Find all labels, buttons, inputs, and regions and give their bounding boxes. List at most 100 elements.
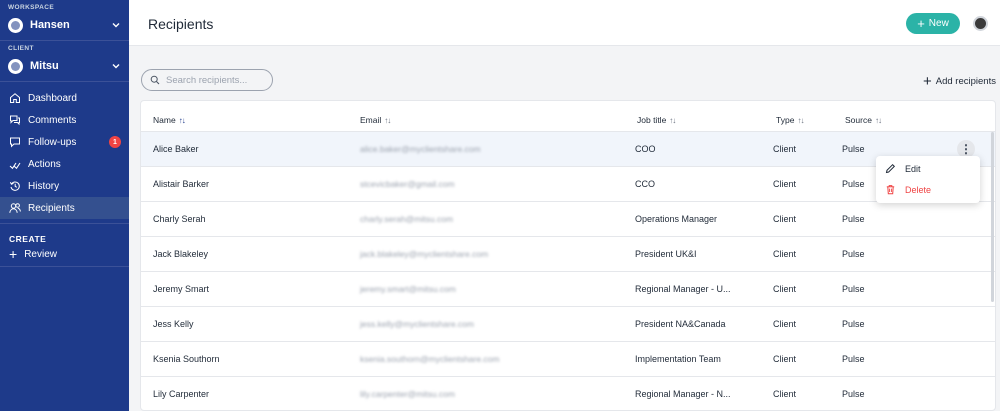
- column-header-email[interactable]: Email ↑↓: [360, 115, 391, 125]
- cell-type: Client: [773, 319, 797, 329]
- sidebar-divider: [0, 81, 129, 82]
- follow-ups-icon: [8, 136, 21, 149]
- cell-job-title: Regional Manager - U...: [635, 284, 731, 294]
- cell-job-title: COO: [635, 144, 656, 154]
- cell-type: Client: [773, 249, 797, 259]
- recipients-table: Name ↑↓ Email ↑↓ Job title ↑↓ Type ↑↓ Source…: [140, 100, 996, 411]
- sidebar-item-history[interactable]: History: [0, 175, 129, 197]
- sidebar-item-recipients[interactable]: Recipients: [0, 197, 129, 219]
- table-row[interactable]: Alistair Barker stcevicbaker@gmail.com C…: [141, 167, 995, 202]
- create-review-button[interactable]: + Review: [0, 244, 129, 264]
- cell-type: Client: [773, 389, 797, 399]
- table-row[interactable]: Charly Serah charly.serah@mitsu.com Oper…: [141, 202, 995, 237]
- table-row[interactable]: Jack Blakeley jack.blakeley@myclientshar…: [141, 237, 995, 272]
- cell-name: Charly Serah: [153, 214, 206, 224]
- follow-ups-badge: 1: [109, 136, 121, 148]
- chevron-down-icon: [112, 23, 120, 28]
- search-input[interactable]: [166, 74, 266, 86]
- pencil-icon: [884, 163, 896, 175]
- history-icon: [8, 180, 21, 193]
- cell-name: Lily Carpenter: [153, 389, 210, 399]
- cell-type: Client: [773, 354, 797, 364]
- avatar[interactable]: [973, 16, 988, 31]
- delete-label: Delete: [905, 184, 932, 195]
- sidebar-item-label: History: [28, 180, 60, 192]
- sidebar-item-label: Actions: [28, 158, 61, 170]
- cell-source: Pulse: [842, 354, 865, 364]
- workspace-name: Hansen: [30, 19, 70, 31]
- column-header-source[interactable]: Source ↑↓: [845, 115, 882, 125]
- sort-icon: ↑↓: [874, 115, 882, 125]
- cell-type: Client: [773, 214, 797, 224]
- cell-source: Pulse: [842, 284, 865, 294]
- search-box[interactable]: [141, 69, 273, 91]
- plus-icon: +: [9, 246, 18, 262]
- new-button-label: New: [928, 18, 949, 29]
- search-icon: [150, 75, 160, 85]
- column-header-job-title[interactable]: Job title ↑↓: [637, 115, 676, 125]
- workspace-label: WORKSPACE: [8, 4, 55, 11]
- cell-source: Pulse: [842, 144, 865, 154]
- sidebar-item-comments[interactable]: Comments: [0, 109, 129, 131]
- client-name: Mitsu: [30, 60, 59, 72]
- cell-job-title: CCO: [635, 179, 655, 189]
- cell-email: lily.carpenter@mitsu.com: [360, 389, 455, 399]
- cell-source: Pulse: [842, 319, 865, 329]
- table-row[interactable]: Ksenia Southorn ksenia.southorn@myclient…: [141, 342, 995, 377]
- edit-label: Edit: [905, 163, 921, 174]
- sidebar-item-label: Recipients: [28, 202, 75, 214]
- scrollbar[interactable]: [991, 132, 994, 302]
- edit-menu-item[interactable]: Edit: [876, 158, 980, 179]
- page-header: Recipients + New: [129, 0, 1000, 46]
- column-header-type[interactable]: Type ↑↓: [776, 115, 804, 125]
- sidebar-item-actions[interactable]: Actions: [0, 153, 129, 175]
- cell-email: jess.kelly@myclientshare.com: [360, 319, 474, 329]
- cell-job-title: President UK&I: [635, 249, 697, 259]
- plus-icon: +: [923, 73, 932, 90]
- workspace-selector[interactable]: Hansen: [0, 12, 129, 38]
- sidebar-item-dashboard[interactable]: Dashboard: [0, 87, 129, 109]
- sidebar: WORKSPACE Hansen CLIENT Mitsu Dashboard …: [0, 0, 129, 411]
- cell-email: stcevicbaker@gmail.com: [360, 179, 455, 189]
- sidebar-item-label: Dashboard: [28, 92, 77, 104]
- sort-icon: ↑↓: [797, 115, 804, 125]
- table-row[interactable]: Jess Kelly jess.kelly@myclientshare.com …: [141, 307, 995, 342]
- cell-name: Jack Blakeley: [153, 249, 209, 259]
- sort-icon: ↑↓: [178, 115, 186, 125]
- home-icon: [8, 92, 21, 105]
- sidebar-item-label: Follow-ups: [28, 136, 77, 148]
- cell-job-title: Implementation Team: [635, 354, 721, 364]
- cell-name: Ksenia Southorn: [153, 354, 220, 364]
- sidebar-item-label: Comments: [28, 114, 77, 126]
- create-review-label: Review: [24, 248, 57, 260]
- trash-icon: [884, 184, 896, 196]
- cell-email: jack.blakeley@myclientshare.com: [360, 249, 489, 259]
- chevron-down-icon: [112, 64, 120, 69]
- cell-email: jeremy.smart@mitsu.com: [360, 284, 456, 294]
- table-row[interactable]: Jeremy Smart jeremy.smart@mitsu.com Regi…: [141, 272, 995, 307]
- cell-source: Pulse: [842, 249, 865, 259]
- cell-job-title: Operations Manager: [635, 214, 718, 224]
- column-header-name[interactable]: Name ↑↓: [153, 115, 186, 125]
- cell-job-title: President NA&Canada: [635, 319, 726, 329]
- sidebar-nav: Dashboard Comments Follow-ups 1 Actions …: [0, 87, 129, 219]
- cell-name: Jeremy Smart: [153, 284, 210, 294]
- cell-name: Jess Kelly: [153, 319, 194, 329]
- create-label: CREATE: [9, 234, 47, 244]
- delete-menu-item[interactable]: Delete: [876, 179, 980, 200]
- table-row[interactable]: Lily Carpenter lily.carpenter@mitsu.com …: [141, 377, 995, 410]
- cell-name: Alistair Barker: [153, 179, 210, 189]
- client-selector[interactable]: Mitsu: [0, 53, 129, 79]
- new-button[interactable]: + New: [906, 13, 960, 34]
- recipients-icon: [8, 202, 21, 215]
- client-logo-icon: [8, 58, 23, 74]
- add-recipients-label: Add recipients: [935, 76, 996, 87]
- client-label: CLIENT: [8, 45, 34, 52]
- table-header: Name ↑↓ Email ↑↓ Job title ↑↓ Type ↑↓ Source…: [141, 101, 995, 132]
- sidebar-item-follow-ups[interactable]: Follow-ups 1: [0, 131, 129, 153]
- table-row[interactable]: Alice Baker alice.baker@myclientshare.co…: [141, 132, 995, 167]
- cell-type: Client: [773, 284, 797, 294]
- add-recipients-button[interactable]: + Add recipients: [923, 74, 996, 89]
- cell-email: ksenia.southorn@myclientshare.com: [360, 354, 500, 364]
- sidebar-divider: [0, 266, 129, 267]
